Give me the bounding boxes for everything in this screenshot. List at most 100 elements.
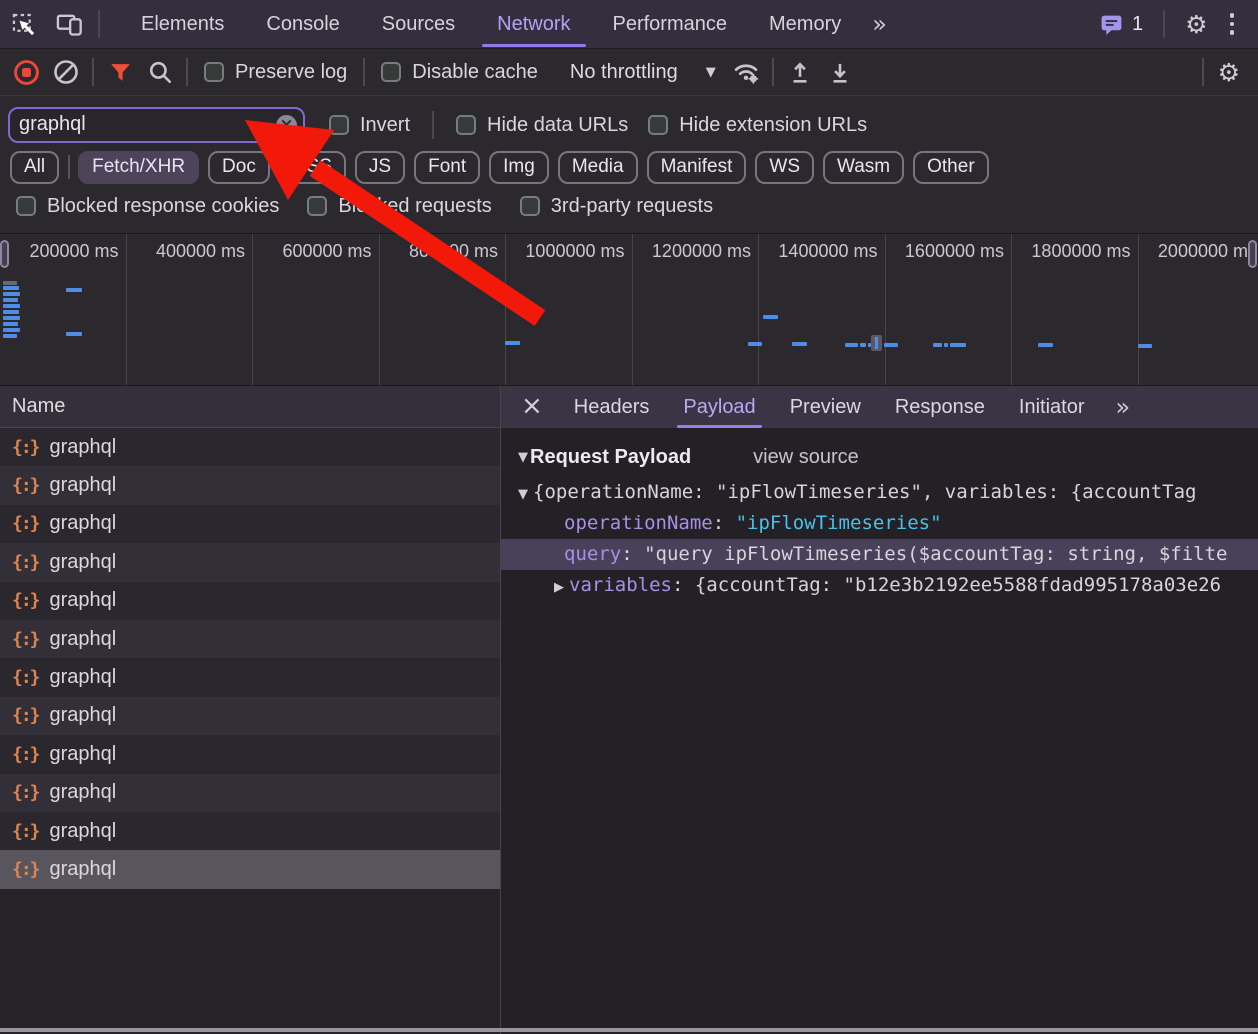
request-row[interactable]: {:}graphql bbox=[0, 505, 500, 543]
request-name: graphql bbox=[50, 858, 117, 881]
chip-css[interactable]: CSS bbox=[279, 151, 346, 184]
3rd-party-requests-checkbox[interactable] bbox=[520, 196, 540, 216]
window-bottom-edge bbox=[0, 1028, 1258, 1032]
more-panels-icon[interactable]: » bbox=[862, 10, 897, 38]
detail-tab-initiator[interactable]: Initiator bbox=[1013, 386, 1091, 428]
hide-data-urls-option: Hide data URLs bbox=[456, 114, 628, 137]
close-icon[interactable]: × bbox=[501, 391, 557, 423]
request-row[interactable]: {:}graphql bbox=[0, 582, 500, 620]
chip-fetch-xhr[interactable]: Fetch/XHR bbox=[78, 151, 199, 184]
chip-img[interactable]: Img bbox=[489, 151, 549, 184]
detail-tab-response[interactable]: Response bbox=[889, 386, 991, 428]
payload-tree-line[interactable]: query: "query ipFlowTimeseries($accountT… bbox=[501, 539, 1258, 570]
expanded-arrow-icon[interactable]: ▼ bbox=[518, 487, 528, 502]
hide-extension-urls-option: Hide extension URLs bbox=[648, 114, 867, 137]
request-row[interactable]: {:}graphql bbox=[0, 620, 500, 658]
request-row[interactable]: {:}graphql bbox=[0, 774, 500, 812]
3rd-party-requests-option: 3rd-party requests bbox=[520, 195, 713, 218]
payload-tree-line[interactable]: operationName: "ipFlowTimeseries" bbox=[501, 508, 1258, 539]
hide-data-urls-label: Hide data URLs bbox=[487, 114, 628, 137]
throttling-select[interactable]: No throttling ▼ bbox=[570, 61, 716, 84]
request-row[interactable]: {:}graphql bbox=[0, 543, 500, 581]
requests-panel: Name {:}graphql{:}graphql{:}graphql{:}gr… bbox=[0, 386, 501, 1034]
issues-counter[interactable]: 1 bbox=[1099, 12, 1143, 37]
request-row[interactable]: {:}graphql bbox=[0, 697, 500, 735]
import-har-icon[interactable] bbox=[780, 53, 820, 91]
hide-data-urls-checkbox[interactable] bbox=[456, 115, 476, 135]
request-bar bbox=[860, 343, 866, 347]
request-name: graphql bbox=[50, 704, 117, 727]
payload-tree-line[interactable]: ▼ {operationName: "ipFlowTimeseries", var… bbox=[501, 477, 1258, 508]
divider bbox=[363, 58, 365, 86]
request-row[interactable]: {:}graphql bbox=[0, 812, 500, 850]
chip-wasm[interactable]: Wasm bbox=[823, 151, 904, 184]
clear-network-log-icon[interactable] bbox=[46, 53, 86, 91]
detail-tab-preview[interactable]: Preview bbox=[784, 386, 867, 428]
invert-option: Invert bbox=[329, 114, 410, 137]
divider bbox=[1202, 58, 1204, 86]
view-source-link[interactable]: view source bbox=[753, 446, 859, 469]
settings-gear-icon[interactable]: ⚙ bbox=[1185, 12, 1207, 37]
request-name: graphql bbox=[50, 436, 117, 459]
collapse-section-icon[interactable]: ▼ bbox=[518, 450, 528, 465]
request-payload-title: Request Payload bbox=[530, 446, 691, 469]
chip-font[interactable]: Font bbox=[414, 151, 480, 184]
request-row[interactable]: {:}graphql bbox=[0, 658, 500, 696]
preserve-log-label: Preserve log bbox=[235, 61, 347, 84]
payload-key: query bbox=[564, 543, 621, 565]
selected-request-marker bbox=[871, 335, 882, 351]
chip-manifest[interactable]: Manifest bbox=[647, 151, 747, 184]
timeline-right-handle[interactable] bbox=[1248, 240, 1257, 268]
tab-memory[interactable]: Memory bbox=[748, 0, 862, 48]
blocked-response-cookies-label: Blocked response cookies bbox=[47, 195, 279, 218]
chip-doc[interactable]: Doc bbox=[208, 151, 270, 184]
chip-ws[interactable]: WS bbox=[755, 151, 814, 184]
filter-input[interactable] bbox=[8, 107, 305, 143]
request-row[interactable]: {:}graphql bbox=[0, 466, 500, 504]
hide-extension-urls-checkbox[interactable] bbox=[648, 115, 668, 135]
network-conditions-icon[interactable] bbox=[726, 53, 766, 91]
tab-performance[interactable]: Performance bbox=[592, 0, 749, 48]
blocked-requests-checkbox[interactable] bbox=[307, 196, 327, 216]
filter-icon[interactable] bbox=[100, 53, 140, 91]
payload-text: {operationName: "ipFlowTimeseries", vari… bbox=[533, 481, 1196, 503]
tab-network[interactable]: Network bbox=[476, 0, 591, 48]
detail-tab-headers[interactable]: Headers bbox=[568, 386, 656, 428]
network-toolbar: Preserve log Disable cache No throttling… bbox=[0, 48, 1258, 96]
chip-other[interactable]: Other bbox=[913, 151, 989, 184]
record-network-log-icon[interactable] bbox=[6, 53, 46, 91]
filter-section: × Invert Hide data URLs Hide extension U… bbox=[0, 96, 1258, 233]
preserve-log-checkbox[interactable] bbox=[204, 62, 224, 82]
request-name: graphql bbox=[50, 589, 117, 612]
tab-elements[interactable]: Elements bbox=[120, 0, 245, 48]
customize-menu-icon[interactable] bbox=[1222, 9, 1243, 39]
request-bar bbox=[3, 322, 18, 326]
clear-filter-icon[interactable]: × bbox=[276, 115, 297, 136]
network-settings-gear-icon[interactable]: ⚙ bbox=[1218, 60, 1240, 85]
collapsed-arrow-icon[interactable]: ▶ bbox=[554, 580, 564, 595]
payload-content: ▼ Request Payload view source ▼ {operatio… bbox=[501, 428, 1258, 1034]
export-har-icon[interactable] bbox=[820, 53, 860, 91]
blocked-response-cookies-checkbox[interactable] bbox=[16, 196, 36, 216]
tab-sources[interactable]: Sources bbox=[361, 0, 476, 48]
request-row[interactable]: {:}graphql bbox=[0, 735, 500, 773]
timeline-left-handle[interactable] bbox=[0, 240, 9, 268]
network-overview-timeline[interactable]: 200000 ms400000 ms600000 ms800000 ms1000… bbox=[0, 233, 1258, 385]
chip-js[interactable]: JS bbox=[355, 151, 405, 184]
search-icon[interactable] bbox=[140, 53, 180, 91]
tab-console[interactable]: Console bbox=[245, 0, 360, 48]
payload-tree-line[interactable]: ▶variables: {accountTag: "b12e3b2192ee55… bbox=[501, 570, 1258, 601]
device-toolbar-icon[interactable] bbox=[46, 4, 92, 44]
payload-key: operationName bbox=[564, 512, 713, 534]
disable-cache-checkbox[interactable] bbox=[381, 62, 401, 82]
inspect-element-icon[interactable] bbox=[0, 4, 46, 44]
request-name: graphql bbox=[50, 551, 117, 574]
request-row[interactable]: {:}graphql bbox=[0, 428, 500, 466]
name-column-header[interactable]: Name bbox=[0, 386, 500, 428]
more-detail-tabs-icon[interactable]: » bbox=[1115, 393, 1130, 421]
request-row[interactable]: {:}graphql bbox=[0, 850, 500, 888]
detail-tab-payload[interactable]: Payload bbox=[677, 386, 761, 428]
chip-all[interactable]: All bbox=[10, 151, 59, 184]
invert-checkbox[interactable] bbox=[329, 115, 349, 135]
chip-media[interactable]: Media bbox=[558, 151, 638, 184]
